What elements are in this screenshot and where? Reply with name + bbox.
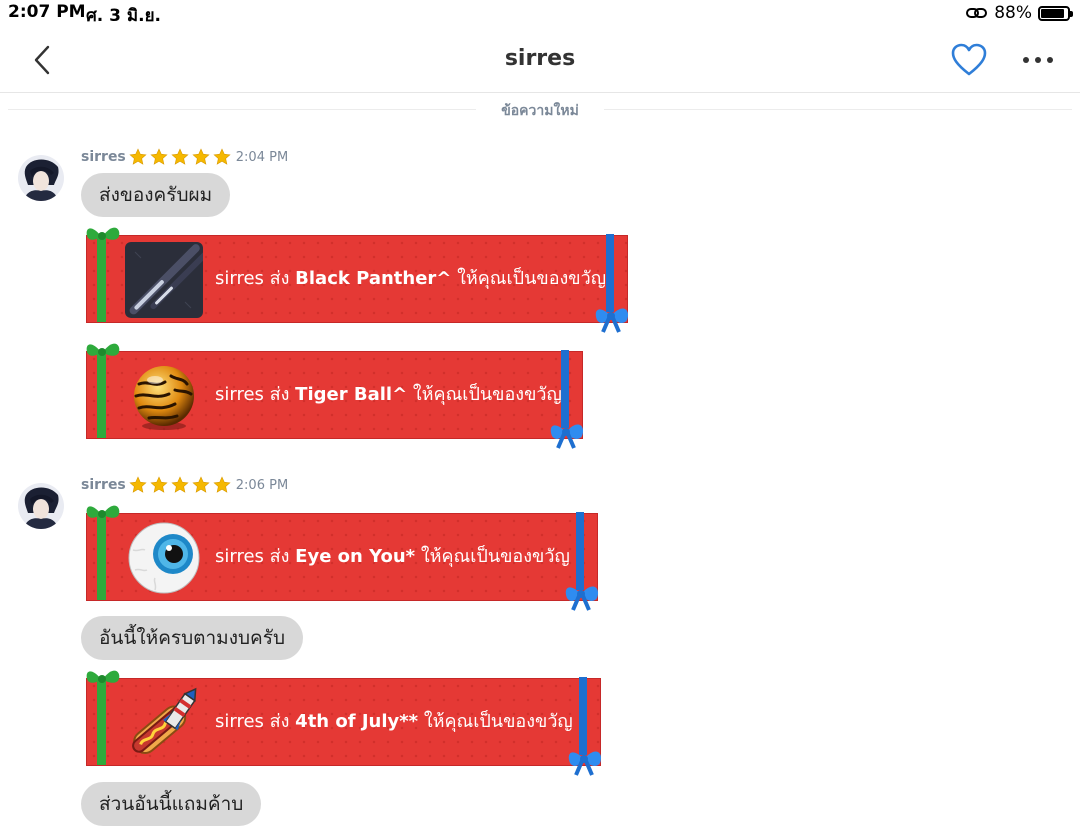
gift-verb: ส่ง — [269, 268, 290, 289]
favorite-button[interactable] — [950, 42, 988, 78]
divider-line-right — [604, 109, 1072, 110]
star-icon — [129, 476, 147, 493]
battery-percent: 88% — [994, 3, 1032, 23]
heart-outline-icon — [951, 43, 987, 76]
status-bar: 2:07 PM ศ. 3 มิ.ย. 88% — [0, 0, 1080, 26]
gift-sender: sirres — [215, 711, 264, 732]
gift-suffix: ให้คุณเป็นของขวัญ — [423, 711, 573, 732]
gift-item-name: Black Panther^ — [295, 268, 452, 289]
gift-suffix: ให้คุณเป็นของขวัญ — [412, 384, 562, 405]
gift-card[interactable]: sirres ส่ง Eye on You* ให้คุณเป็นของขวัญ — [86, 505, 599, 611]
green-bow-icon — [86, 670, 120, 683]
avatar-image — [18, 483, 64, 529]
gift-card[interactable]: sirres ส่ง 4th of July** ให้คุณเป็นของขว… — [86, 670, 602, 776]
gift-sender: sirres — [215, 546, 264, 567]
message-bubble[interactable]: อันนี้ให้ครบตามงบครับ — [81, 616, 304, 660]
gift-verb: ส่ง — [269, 546, 290, 567]
green-bow-icon — [86, 227, 120, 240]
gift-suffix: ให้คุณเป็นของขวัญ — [420, 546, 570, 567]
more-horizontal-icon — [1023, 57, 1053, 63]
star-icon — [171, 476, 189, 493]
message-bubble[interactable]: ส่งของครับผม — [81, 173, 231, 217]
green-bow-icon — [86, 505, 120, 518]
gift-item-name: Eye on You* — [295, 546, 416, 567]
battery-icon — [1038, 5, 1073, 21]
link-icon — [966, 8, 988, 18]
avatar[interactable] — [18, 155, 64, 201]
avatar-image — [18, 155, 64, 201]
chat-header: sirres — [0, 30, 1080, 93]
gift-item-name: Tiger Ball^ — [295, 384, 408, 405]
gift-sender: sirres — [215, 268, 264, 289]
new-messages-divider: ข้อความใหม่ — [0, 98, 1080, 120]
star-icon — [192, 148, 210, 165]
tiger-ball-icon — [125, 358, 203, 434]
star-icon — [150, 148, 168, 165]
star-icon — [129, 148, 147, 165]
star-icon — [171, 148, 189, 165]
status-date: ศ. 3 มิ.ย. — [86, 6, 161, 26]
new-messages-label: ข้อความใหม่ — [501, 103, 579, 119]
divider-line-left — [8, 109, 476, 110]
sender-name: sirres — [81, 477, 126, 493]
gift-text: sirres ส่ง Eye on You* ให้คุณเป็นของขวัญ — [215, 514, 570, 600]
message-time: 2:04 PM — [235, 149, 289, 165]
star-icon — [213, 148, 231, 165]
rating-stars — [129, 148, 234, 166]
gift-item-name: 4th of July** — [295, 711, 419, 732]
message-meta: sirres 2:06 PM — [81, 475, 288, 495]
gift-card[interactable]: sirres ส่ง Tiger Ball^ ให้คุณเป็นของขวัญ — [86, 343, 584, 449]
gift-text: sirres ส่ง 4th of July** ให้คุณเป็นของขว… — [215, 679, 573, 765]
star-icon — [150, 476, 168, 493]
gift-card[interactable]: sirres ส่ง Black Panther^ ให้คุณเป็นของข… — [86, 227, 629, 333]
sender-name: sirres — [81, 149, 126, 165]
message-meta: sirres 2:04 PM — [81, 147, 288, 167]
gift-text: sirres ส่ง Black Panther^ ให้คุณเป็นของข… — [215, 236, 606, 322]
message-time: 2:06 PM — [235, 477, 289, 493]
message-bubble[interactable]: ส่วนอันนี้แถมค้าบ — [81, 782, 262, 826]
avatar[interactable] — [18, 483, 64, 529]
gift-sender: sirres — [215, 384, 264, 405]
more-button[interactable] — [1018, 46, 1058, 74]
status-right: 88% — [966, 2, 1073, 24]
status-time: 2:07 PM — [8, 2, 86, 22]
star-icon — [192, 476, 210, 493]
gift-verb: ส่ง — [269, 384, 290, 405]
cue-stick-icon — [125, 242, 203, 318]
green-bow-icon — [86, 343, 120, 356]
star-icon — [213, 476, 231, 493]
gift-text: sirres ส่ง Tiger Ball^ ให้คุณเป็นของขวัญ — [215, 352, 562, 438]
eyeball-icon — [125, 520, 203, 596]
gift-verb: ส่ง — [269, 711, 290, 732]
hotdog-rocket-icon — [125, 685, 203, 761]
rating-stars — [129, 476, 234, 494]
page-title: sirres — [504, 46, 576, 71]
gift-suffix: ให้คุณเป็นของขวัญ — [457, 268, 607, 289]
